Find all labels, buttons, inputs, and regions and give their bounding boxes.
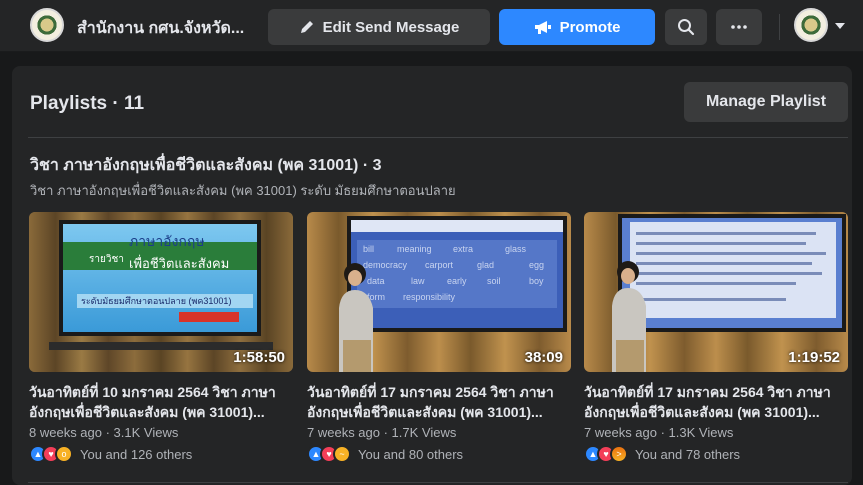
slide-text: ภาษาอังกฤษ [129,233,205,249]
wow-reaction-icon: o [55,445,73,463]
section-divider [28,482,848,483]
video-card[interactable]: ภาษาอังกฤษ รายวิชา เพื่อชีวิตและสังคม ระ… [29,212,293,464]
slide-word: meaning [397,244,432,254]
video-thumbnail-image: bill meaning extra glass democracy carpo… [307,212,571,372]
video-card[interactable]: bill meaning extra glass democracy carpo… [307,212,571,464]
slide-text: รายวิชา [89,254,124,265]
video-meta: 7 weeks ago · 1.3K Views [584,425,734,440]
promote-button[interactable]: Promote [499,9,655,45]
header-divider [779,14,780,40]
video-thumbnail[interactable]: ภาษาอังกฤษ รายวิชา เพื่อชีวิตและสังคม ระ… [29,212,293,372]
profile-avatar[interactable] [794,8,828,42]
page-avatar[interactable] [30,8,64,42]
video-title[interactable]: วันอาทิตย์ที่ 17 มกราคม 2564 วิชา ภาษาอั… [307,382,571,422]
pencil-icon [300,21,313,33]
video-duration: 38:09 [524,349,563,366]
video-thumbnail-image: ภาษาอังกฤษ รายวิชา เพื่อชีวิตและสังคม ระ… [29,212,293,372]
slide-word: glass [505,244,527,254]
page-top-bar: สำนักงาน กศน.จังหวัด... Edit Send Messag… [0,0,863,52]
video-title[interactable]: วันอาทิตย์ที่ 17 มกราคม 2564 วิชา ภาษาอั… [584,382,848,422]
page-name[interactable]: สำนักงาน กศน.จังหวัด... [77,16,244,41]
slide-word: democracy [363,260,408,270]
more-button[interactable] [716,9,762,45]
reactions-row[interactable]: ▲ ♥ > You and 78 others [584,444,848,464]
reactions-row[interactable]: ▲ ♥ o You and 126 others [29,444,293,464]
playlists-heading: Playlists · 11 [30,93,145,114]
video-card[interactable]: 1:19:52 วันอาทิตย์ที่ 17 มกราคม 2564 วิช… [584,212,848,464]
slide-word: boy [529,276,544,286]
more-icon [731,25,747,29]
video-meta: 8 weeks ago · 3.1K Views [29,425,179,440]
slide-word: early [447,276,467,286]
slide-word: carport [425,260,454,270]
sad-reaction-icon: ~ [333,445,351,463]
video-thumbnail[interactable]: 1:19:52 [584,212,848,372]
slide-word: data [367,276,385,286]
megaphone-icon [534,21,551,34]
edit-send-message-button[interactable]: Edit Send Message [268,9,490,45]
search-button[interactable] [665,9,707,45]
reactions-row[interactable]: ▲ ♥ ~ You and 80 others [307,444,571,464]
playlist-title[interactable]: วิชา ภาษาอังกฤษเพื่อชีวิตและสังคม (พค 31… [30,153,381,178]
slide-word: extra [453,244,473,254]
search-icon [678,19,695,36]
video-thumbnail-image [584,212,848,372]
slide-word: responsibility [403,292,456,302]
reactions-summary: You and 126 others [80,446,193,462]
video-meta: 7 weeks ago · 1.7K Views [307,425,457,440]
slide-word: glad [477,260,494,270]
edit-send-message-label: Edit Send Message [322,18,460,36]
video-duration: 1:58:50 [233,349,285,366]
reactions-summary: You and 78 others [635,446,741,462]
section-divider [28,137,848,138]
manage-playlist-button[interactable]: Manage Playlist [684,82,848,122]
reactions-summary: You and 80 others [358,446,464,462]
playlists-card: Playlists · 11 Manage Playlist วิชา ภาษา… [12,66,852,485]
slide-word: soil [487,276,501,286]
video-thumbnail[interactable]: bill meaning extra glass democracy carpo… [307,212,571,372]
slide-word: bill [363,244,374,254]
promote-label: Promote [559,18,621,36]
video-duration: 1:19:52 [788,349,840,366]
slide-text: ระดับมัธยมศึกษาตอนปลาย (พค31001) [81,296,231,306]
slide-text: เพื่อชีวิตและสังคม [129,255,229,271]
video-title[interactable]: วันอาทิตย์ที่ 10 มกราคม 2564 วิชา ภาษาอั… [29,382,293,422]
chevron-down-icon[interactable] [835,23,845,29]
slide-word: egg [529,260,544,270]
angry-reaction-icon: > [610,445,628,463]
playlist-description: วิชา ภาษาอังกฤษเพื่อชีวิตและสังคม (พค 31… [30,183,456,198]
slide-word: law [411,276,425,286]
